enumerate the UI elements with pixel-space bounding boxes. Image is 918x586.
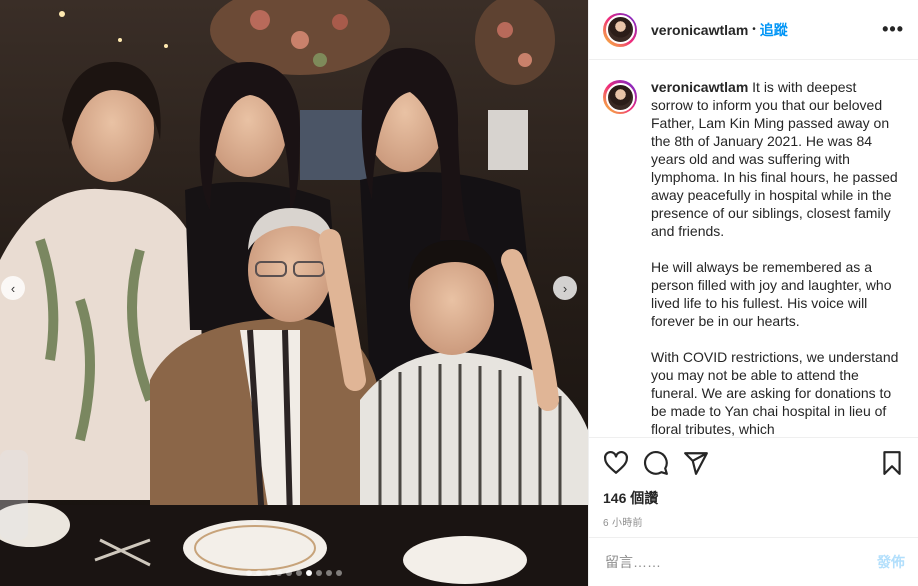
caption-scroll-area[interactable]: veronicawtlam It is with deepest sorrow … bbox=[589, 60, 918, 436]
post-actions: 146 個讚 6 小時前 bbox=[589, 437, 918, 529]
carousel-dot bbox=[276, 570, 282, 576]
post-sidebar: veronicawtlam • 追蹤 ••• veronicawtlam It … bbox=[588, 0, 918, 586]
carousel-dots bbox=[0, 570, 588, 576]
comment-input[interactable] bbox=[603, 553, 877, 571]
likes-count[interactable]: 146 個讚 bbox=[603, 488, 905, 508]
post-comment-button[interactable]: 發佈 bbox=[877, 552, 905, 572]
caption-paragraph: veronicawtlam It is with deepest sorrow … bbox=[651, 78, 901, 240]
author-username[interactable]: veronicawtlam bbox=[651, 22, 748, 38]
caption-username[interactable]: veronicawtlam bbox=[651, 79, 748, 95]
carousel-dot bbox=[296, 570, 302, 576]
header-separator: • bbox=[752, 24, 756, 35]
photo-illustration bbox=[0, 0, 588, 586]
post-header: veronicawtlam • 追蹤 ••• bbox=[589, 0, 918, 60]
carousel-dot bbox=[336, 570, 342, 576]
carousel-dot bbox=[246, 570, 252, 576]
carousel-dot bbox=[306, 570, 312, 576]
action-icons-row bbox=[603, 438, 905, 488]
caption-paragraph-1-text: It is with deepest sorrow to inform you … bbox=[651, 79, 898, 239]
caption-paragraph-2: He will always be remembered as a person… bbox=[651, 259, 892, 329]
carousel-dot bbox=[326, 570, 332, 576]
caption-avatar[interactable] bbox=[603, 80, 637, 114]
more-options-icon[interactable]: ••• bbox=[882, 19, 904, 40]
carousel-next-button[interactable]: › bbox=[553, 276, 577, 300]
carousel-dot bbox=[316, 570, 322, 576]
instagram-post: ‹ › veronicawtlam • 追蹤 ••• veronicawtlam… bbox=[0, 0, 918, 586]
post-photo[interactable]: ‹ › bbox=[0, 0, 588, 586]
carousel-prev-button[interactable]: ‹ bbox=[1, 276, 25, 300]
carousel-dot bbox=[256, 570, 262, 576]
caption-text: veronicawtlam It is with deepest sorrow … bbox=[651, 78, 901, 436]
caption-paragraph-3: With COVID restrictions, we understand y… bbox=[651, 349, 899, 436]
carousel-dot bbox=[266, 570, 272, 576]
post-timestamp[interactable]: 6 小時前 bbox=[603, 514, 905, 529]
carousel-dot bbox=[286, 570, 292, 576]
comment-bar: 發佈 bbox=[589, 537, 918, 586]
follow-button[interactable]: 追蹤 bbox=[760, 20, 788, 40]
author-avatar[interactable] bbox=[603, 12, 637, 47]
bookmark-icon[interactable] bbox=[879, 450, 905, 476]
share-icon[interactable] bbox=[683, 450, 709, 476]
comment-icon[interactable] bbox=[643, 450, 669, 476]
heart-icon[interactable] bbox=[603, 450, 629, 476]
